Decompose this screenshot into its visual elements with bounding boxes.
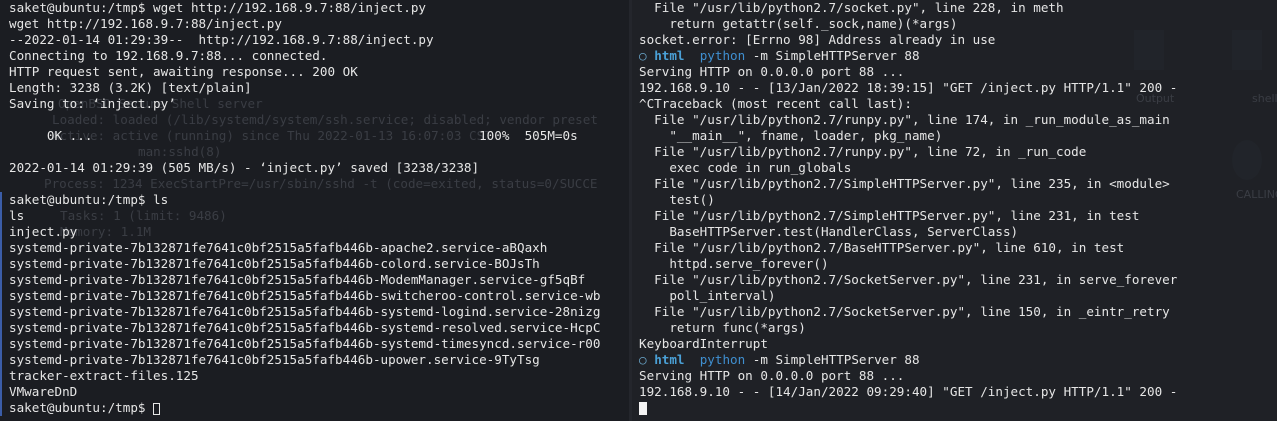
prompt-directory: html: [654, 352, 685, 367]
terminal-line: HTTP request sent, awaiting response... …: [9, 64, 358, 79]
desktop-folder-icon: [1232, 30, 1262, 70]
terminal-line: test(): [639, 192, 715, 207]
terminal-line: systemd-private-7b132871fe7641c0bf2515a5…: [9, 336, 601, 351]
terminal-line: wget http://192.168.9.7:88/inject.py: [9, 16, 282, 31]
terminal-line: ls: [9, 208, 25, 223]
progress-line: 0K ... 100% 505M=0s: [9, 128, 578, 143]
terminal-line: inject.py: [9, 224, 78, 239]
terminal-line: ^CTraceback (most recent call last):: [639, 96, 912, 111]
terminal-line: tracker-extract-files.125: [9, 368, 199, 383]
terminal-line: saket@ubuntu:/tmp$ wget http://192.168.9…: [9, 0, 427, 15]
desktop-label: CALLING: [1236, 188, 1277, 201]
desktop-label: shell: [1252, 92, 1277, 105]
terminal-line: File "/usr/lib/python2.7/BaseHTTPServer.…: [639, 240, 1125, 255]
terminal-line: saket@ubuntu:/tmp$ ls: [9, 192, 169, 207]
shell-prompt: saket@ubuntu:/tmp$: [9, 400, 154, 415]
left-terminal[interactable]: OpenBSD Secure Shell server Loaded: load…: [0, 0, 629, 421]
terminal-line: Connecting to 192.168.9.7:88... connecte…: [9, 48, 328, 63]
terminal-line: systemd-private-7b132871fe7641c0bf2515a5…: [9, 320, 601, 335]
command-args: -m SimpleHTTPServer 88: [745, 48, 920, 63]
terminal-line: VMwareDnD: [9, 384, 78, 399]
left-terminal-output: saket@ubuntu:/tmp$ wget http://192.168.9…: [9, 0, 600, 416]
command-name: python: [699, 352, 746, 367]
desktop-app-icon: [1232, 140, 1262, 180]
terminal-line: systemd-private-7b132871fe7641c0bf2515a5…: [9, 240, 548, 255]
terminal-line: File "/usr/lib/python2.7/SocketServer.py…: [639, 272, 1178, 287]
terminal-line: poll_interval): [639, 288, 776, 303]
terminal-line: Serving HTTP on 0.0.0.0 port 88 ...: [639, 368, 905, 383]
command-name: python: [699, 48, 746, 63]
terminal-line: 192.168.9.10 - - [14/Jan/2022 09:29:40] …: [639, 384, 1178, 399]
terminal-line: File "/usr/lib/python2.7/SimpleHTTPServe…: [639, 208, 1140, 223]
terminal-line: BaseHTTPServer.test(HandlerClass, Server…: [639, 224, 1019, 239]
terminal-line: 192.168.9.10 - - [13/Jan/2022 18:39:15] …: [639, 80, 1178, 95]
terminal-line: systemd-private-7b132871fe7641c0bf2515a5…: [9, 288, 601, 303]
terminal-line: socket.error: [Errno 98] Address already…: [639, 32, 996, 47]
terminal-line: systemd-private-7b132871fe7641c0bf2515a5…: [9, 304, 601, 319]
terminal-line: return func(*args): [639, 320, 806, 335]
terminal-line: File "/usr/lib/python2.7/runpy.py", line…: [639, 112, 1170, 127]
terminal-line: File "/usr/lib/python2.7/SocketServer.py…: [639, 304, 1170, 319]
terminal-line: File "/usr/lib/python2.7/runpy.py", line…: [639, 144, 1087, 159]
terminal-line: exec code in run_globals: [639, 160, 852, 175]
prompt-line: ○ html python -m SimpleHTTPServer 88: [639, 352, 1177, 368]
terminal-line: "__main__", fname, loader, pkg_name): [639, 128, 943, 143]
terminal-line: Length: 3238 (3.2K) [text/plain]: [9, 80, 252, 95]
terminal-input-line[interactable]: [639, 400, 1177, 416]
prompt-directory: html: [654, 48, 685, 63]
terminal-line: KeyboardInterrupt: [639, 336, 768, 351]
right-terminal[interactable]: Output shell CALLING File "/usr/lib/pyth…: [632, 0, 1277, 421]
prompt-arrow-icon: ○: [639, 352, 647, 367]
terminal-line: systemd-private-7b132871fe7641c0bf2515a5…: [9, 352, 540, 367]
terminal-line: systemd-private-7b132871fe7641c0bf2515a5…: [9, 256, 540, 271]
prompt-line: ○ html python -m SimpleHTTPServer 88: [639, 48, 1177, 64]
text-cursor[interactable]: [639, 402, 647, 415]
terminal-line: return getattr(self._sock,name)(*args): [639, 16, 958, 31]
terminal-line: File "/usr/lib/python2.7/SimpleHTTPServe…: [639, 176, 1170, 191]
terminal-line: 2022-01-14 01:29:39 (505 MB/s) - ‘inject…: [9, 160, 480, 175]
terminal-line: systemd-private-7b132871fe7641c0bf2515a5…: [9, 272, 586, 287]
terminal-line: Saving to: ‘inject.py’: [9, 96, 176, 111]
right-terminal-output: File "/usr/lib/python2.7/socket.py", lin…: [639, 0, 1177, 416]
terminal-line: httpd.serve_forever(): [639, 256, 829, 271]
text-cursor[interactable]: [153, 402, 161, 415]
terminal-prompt-line[interactable]: saket@ubuntu:/tmp$: [9, 400, 600, 416]
terminal-line: --2022-01-14 01:29:39-- http://192.168.9…: [9, 32, 434, 47]
terminal-line: Serving HTTP on 0.0.0.0 port 88 ...: [639, 64, 905, 79]
terminal-line: File "/usr/lib/python2.7/socket.py", lin…: [639, 0, 1064, 15]
selection-accent: [0, 192, 2, 416]
prompt-arrow-icon: ○: [639, 48, 647, 63]
command-args: -m SimpleHTTPServer 88: [745, 352, 920, 367]
